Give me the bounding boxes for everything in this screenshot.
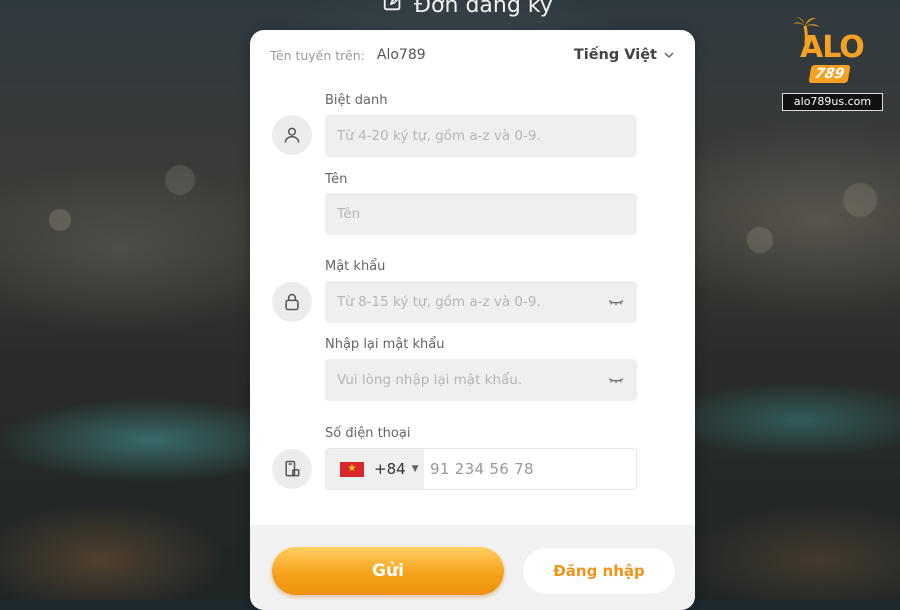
eye-closed-icon[interactable]	[607, 293, 625, 311]
nickname-placeholder: Từ 4-20 ký tự, gồm a-z và 0-9.	[337, 128, 541, 144]
vietnam-flag-icon: ★	[340, 461, 364, 477]
card-header: Tên tuyến trên: Alo789 Tiếng Việt	[250, 30, 695, 80]
page-title-bar: Đơn đăng ký	[382, 0, 553, 20]
submit-button[interactable]: Gửi	[272, 547, 504, 595]
country-code-selector[interactable]: ★ +84 ▼	[326, 449, 424, 489]
nickname-label: Biệt danh	[325, 93, 388, 108]
country-code: +84	[374, 460, 406, 478]
language-label: Tiếng Việt	[573, 47, 657, 63]
confirm-password-label: Nhập lại mật khẩu	[325, 337, 445, 352]
phone-input[interactable]: 91 234 56 78	[424, 449, 636, 489]
phone-placeholder: 91 234 56 78	[430, 460, 534, 478]
password-placeholder: Từ 8-15 ký tự, gồm a-z và 0-9.	[337, 294, 541, 310]
website-url: alo789us.com	[782, 93, 883, 111]
confirm-password-input[interactable]: Vui lòng nhập lại mật khẩu.	[325, 359, 637, 401]
route-label: Tên tuyến trên:	[270, 47, 365, 63]
password-label: Mật khẩu	[325, 259, 386, 274]
caret-down-icon: ▼	[411, 464, 419, 474]
language-selector[interactable]: Tiếng Việt	[574, 47, 675, 63]
password-input[interactable]: Từ 8-15 ký tự, gồm a-z và 0-9.	[325, 281, 637, 323]
phone-icon	[272, 449, 312, 489]
brand-logo[interactable]: ALO 789 alo789us.com	[782, 16, 883, 111]
name-input[interactable]: Tên	[325, 193, 637, 235]
confirm-password-placeholder: Vui lòng nhập lại mật khẩu.	[337, 372, 523, 388]
edit-icon	[382, 0, 404, 19]
logo-mark: ALO 789	[782, 16, 882, 88]
phone-label: Số điện thoại	[325, 426, 411, 441]
route-value: Alo789	[376, 47, 426, 63]
lock-icon	[272, 282, 312, 322]
user-icon	[272, 115, 312, 155]
chevron-down-icon	[664, 52, 674, 59]
login-button[interactable]: Đăng nhập	[522, 547, 676, 595]
eye-closed-icon[interactable]	[607, 371, 625, 389]
name-label: Tên	[325, 172, 348, 187]
logo-text: ALO	[800, 30, 865, 65]
page-title: Đơn đăng ký	[414, 0, 553, 18]
nickname-input[interactable]: Từ 4-20 ký tự, gồm a-z và 0-9.	[325, 115, 637, 157]
phone-field: ★ +84 ▼ 91 234 56 78	[325, 448, 637, 490]
name-placeholder: Tên	[337, 206, 361, 222]
registration-card: Tên tuyến trên: Alo789 Tiếng Việt Biệt d…	[250, 30, 695, 610]
logo-number: 789	[808, 65, 851, 83]
